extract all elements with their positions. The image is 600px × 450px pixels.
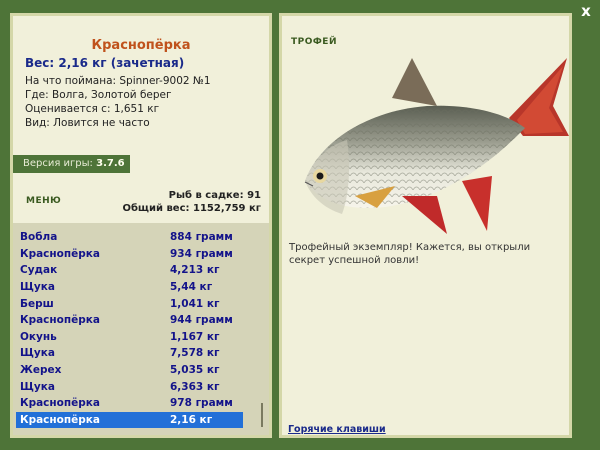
trophy-panel: ТРОФЕЙ Трофейный экземпляр! Кажется, вы …	[279, 13, 572, 438]
catch-row[interactable]: Щука 6,363 кг	[16, 378, 243, 395]
catch-fish-weight: 1,167 кг	[170, 330, 220, 343]
caught-where: Где: Волга, Золотой берег	[25, 89, 172, 101]
trophy-label: ТРОФЕЙ	[291, 37, 337, 47]
version-label: Версия игры:	[23, 158, 93, 169]
catch-fish-weight: 5,44 кг	[170, 281, 213, 294]
trophy-message: Трофейный экземпляр! Кажется, вы открыли…	[289, 242, 531, 266]
fish-count: Рыб в садке: 91	[168, 190, 261, 201]
catch-fish-name: Щука	[20, 380, 55, 393]
scroll-thumb[interactable]	[261, 403, 263, 427]
catch-list[interactable]: Вобла 884 грамм Краснопёрка 934 грамм Судак 4…	[13, 223, 269, 435]
trophy-threshold: Оценивается с: 1,651 кг	[25, 103, 160, 115]
total-weight: Общий вес: 1152,759 кг	[122, 203, 261, 214]
catch-stats: Рыб в садке: 91 Общий вес: 1152,759 кг	[122, 189, 261, 215]
catch-fish-name: Щука	[20, 347, 55, 360]
catch-row[interactable]: Краснопёрка 978 грамм	[16, 395, 243, 412]
catch-row[interactable]: Краснопёрка 934 грамм	[16, 246, 243, 263]
catch-fish-name: Окунь	[20, 330, 57, 343]
catch-row[interactable]: Краснопёрка 944 грамм	[16, 312, 243, 329]
fish-info-panel: Краснопёрка Вес: 2,16 кг (зачетная) На ч…	[10, 13, 272, 438]
catch-list-rows: Вобла 884 грамм Краснопёрка 934 грамм Судак 4…	[16, 229, 243, 429]
catch-fish-name: Вобла	[20, 231, 58, 244]
fish-title: Краснопёрка	[91, 38, 191, 53]
catch-fish-weight: 4,213 кг	[170, 264, 220, 277]
version-value: 3.7.6	[96, 158, 125, 169]
catch-fish-name: Краснопёрка	[20, 314, 100, 327]
game-version: Версия игры: 3.7.6	[13, 155, 130, 173]
catch-fish-weight: 1,041 кг	[170, 297, 220, 310]
catch-fish-name: Щука	[20, 281, 55, 294]
catch-row[interactable]: Окунь 1,167 кг	[16, 329, 243, 346]
catch-fish-name: Краснопёрка	[20, 397, 100, 410]
close-button[interactable]: x	[578, 3, 594, 19]
rarity: Вид: Ловится не часто	[25, 117, 150, 129]
caught-with: На что поймана: Spinner-9002 №1	[25, 75, 211, 87]
catch-fish-name: Краснопёрка	[20, 247, 100, 260]
catch-fish-weight: 978 грамм	[170, 397, 233, 410]
catch-row[interactable]: Щука 5,44 кг	[16, 279, 243, 296]
catch-fish-weight: 934 грамм	[170, 247, 233, 260]
catch-fish-weight: 944 грамм	[170, 314, 233, 327]
catch-row[interactable]: Судак 4,213 кг	[16, 262, 243, 279]
catch-row[interactable]: Жерех 5,035 кг	[16, 362, 243, 379]
hotkeys-link[interactable]: Горячие клавиши	[288, 424, 386, 435]
catch-fish-name: Жерех	[20, 364, 62, 377]
fish-image	[304, 58, 569, 234]
catch-fish-name: Краснопёрка	[20, 413, 100, 426]
catch-fish-weight: 6,363 кг	[170, 380, 220, 393]
fish-details: На что поймана: Spinner-9002 №1 Где: Вол…	[25, 74, 211, 130]
list-scrollbar[interactable]	[259, 229, 265, 429]
catch-fish-name: Судак	[20, 264, 58, 277]
catch-fish-name: Берш	[20, 297, 54, 310]
catch-fish-weight: 7,578 кг	[170, 347, 220, 360]
fish-weight: Вес: 2,16 кг (зачетная)	[25, 56, 185, 70]
catch-row[interactable]: Краснопёрка 2,16 кг	[16, 411, 243, 429]
catch-row[interactable]: Щука 7,578 кг	[16, 345, 243, 362]
catch-fish-weight: 5,035 кг	[170, 364, 220, 377]
catch-row[interactable]: Вобла 884 грамм	[16, 229, 243, 246]
menu-button[interactable]: МЕНЮ	[26, 196, 61, 206]
catch-fish-weight: 2,16 кг	[170, 413, 213, 426]
catch-fish-weight: 884 грамм	[170, 231, 233, 244]
catch-row[interactable]: Берш 1,041 кг	[16, 295, 243, 312]
